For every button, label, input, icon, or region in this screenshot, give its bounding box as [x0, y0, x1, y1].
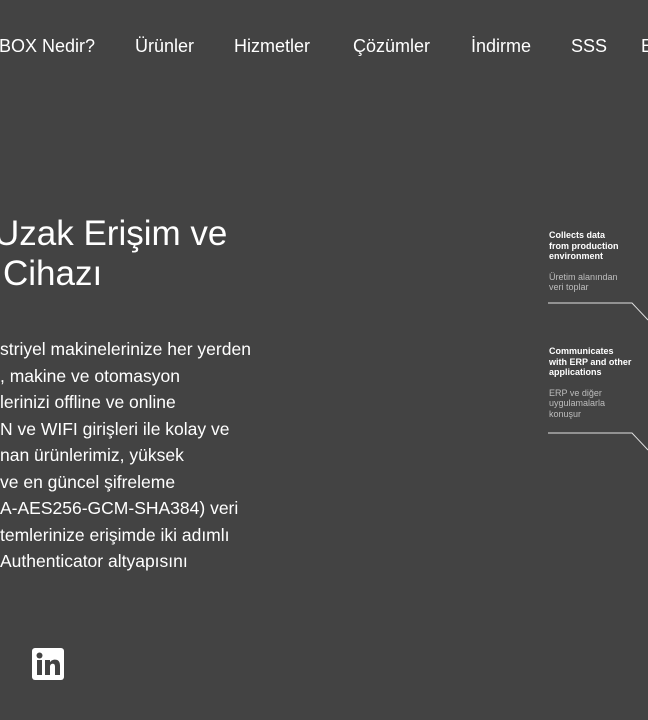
diagram-label-communicates: Communicates with ERP and other applicat…	[549, 346, 631, 419]
diagram-label-title: Communicates	[549, 346, 614, 356]
diagram-label-title: with ERP and other	[549, 356, 632, 367]
diagram-label-subtitle: uygulamalarla	[549, 398, 606, 408]
diagram-label-title: from production	[549, 240, 619, 251]
diagram-label-title: applications	[549, 367, 602, 377]
connector-line	[548, 432, 648, 451]
diagram-label-collects-data: Collects data from production environmen…	[549, 230, 619, 293]
diagram-label-subtitle: konuşur	[549, 408, 582, 419]
linkedin-icon[interactable]	[32, 648, 64, 680]
page: BOX Nedir? Ürünler Hizmetler Çözümler İn…	[0, 0, 648, 720]
diagram-label-title: Collects data	[549, 230, 606, 240]
diagram-label-subtitle: veri toplar	[549, 282, 589, 292]
diagram-label-subtitle: ERP ve diğer	[549, 387, 602, 398]
diagram-label-subtitle: Üretim alanından	[549, 271, 618, 282]
connector-line	[548, 302, 648, 321]
linkedin-icon-graphic	[32, 648, 64, 680]
diagram-label-title: environment	[549, 251, 604, 261]
